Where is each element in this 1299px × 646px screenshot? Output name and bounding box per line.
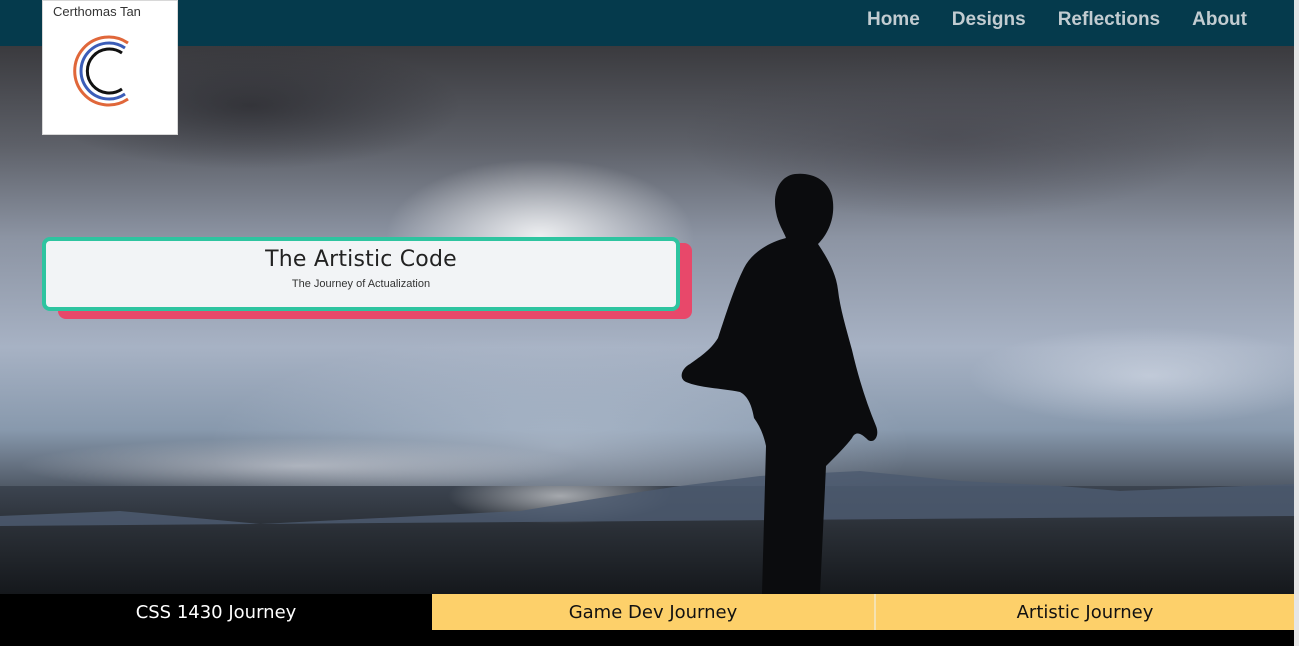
tab-game-dev-journey[interactable]: Game Dev Journey <box>432 594 876 630</box>
nav-about[interactable]: About <box>1192 9 1247 31</box>
brand-name: Certhomas Tan <box>53 4 141 19</box>
page-scrollbar[interactable] <box>1294 0 1299 646</box>
nav-home[interactable]: Home <box>867 9 920 31</box>
nav-reflections[interactable]: Reflections <box>1058 9 1160 31</box>
logo-icon <box>73 35 129 107</box>
journey-tabs: CSS 1430 Journey Game Dev Journey Artist… <box>0 594 1294 630</box>
tab-artistic-journey[interactable]: Artistic Journey <box>876 594 1294 630</box>
hero-title-card: The Artistic Code The Journey of Actuali… <box>42 237 680 311</box>
tab-css-1430-journey[interactable]: CSS 1430 Journey <box>0 594 432 630</box>
main-nav: Home Designs Reflections About <box>867 0 1247 40</box>
top-nav-bar: Home Designs Reflections About <box>0 0 1294 46</box>
hero-subtitle: The Journey of Actualization <box>291 278 431 290</box>
nav-designs[interactable]: Designs <box>952 9 1026 31</box>
hero-banner <box>0 46 1294 594</box>
hero-title: The Artistic Code <box>265 247 457 272</box>
logo-card[interactable]: Certhomas Tan <box>42 0 178 135</box>
silhouette-scene <box>0 173 1294 594</box>
